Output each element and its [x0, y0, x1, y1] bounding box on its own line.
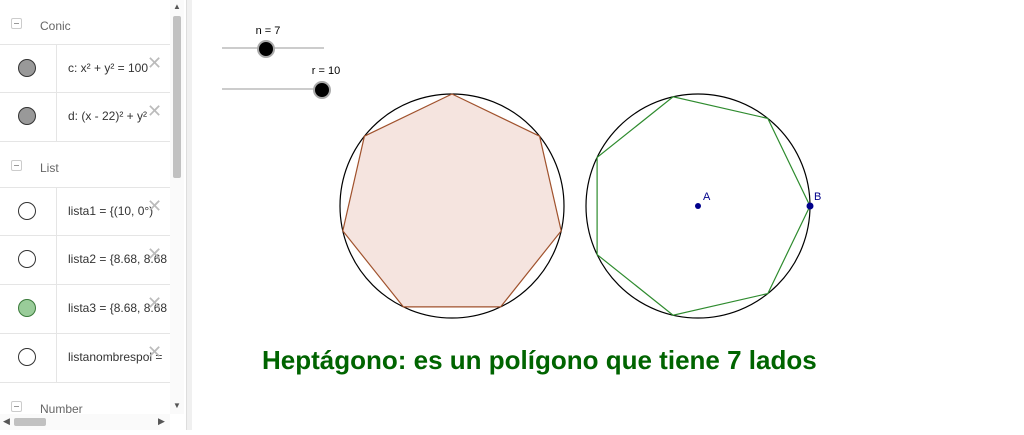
scroll-right-icon[interactable]: ▶: [158, 416, 165, 427]
collapse-icon[interactable]: [11, 18, 22, 29]
group-conic[interactable]: Conic: [0, 2, 170, 46]
algebra-row-lista1[interactable]: lista1 = {(10, 0°) ✕: [0, 187, 170, 236]
algebra-row-listanombrespol[interactable]: listanombrespol = ✕: [0, 334, 170, 383]
group-label: List: [40, 161, 59, 175]
scrollbar-thumb[interactable]: [173, 16, 181, 178]
point-b-label: B: [814, 191, 821, 203]
vertical-scrollbar[interactable]: ▲ ▼: [170, 0, 184, 414]
delete-icon[interactable]: ✕: [147, 53, 162, 74]
marble-cell: [0, 93, 57, 141]
visibility-toggle[interactable]: [18, 202, 36, 220]
scroll-down-icon[interactable]: ▼: [173, 401, 181, 410]
graphics-view[interactable]: n = 7 r = 10 A B Heptágono: es un polígo…: [192, 0, 1024, 430]
scrollbar-thumb[interactable]: [14, 418, 46, 426]
marble-cell: [0, 285, 57, 333]
collapse-icon[interactable]: [11, 160, 22, 171]
marble-cell: [0, 236, 57, 284]
slider-r-knob[interactable]: [313, 81, 331, 99]
point-a[interactable]: [695, 203, 701, 209]
marble-cell: [0, 334, 57, 382]
slider-n-label: n = 7: [256, 25, 281, 37]
caption-text: Heptágono: es un polígono que tiene 7 la…: [262, 345, 817, 375]
visibility-toggle[interactable]: [18, 59, 36, 77]
point-a-label: A: [703, 191, 711, 203]
scroll-up-icon[interactable]: ▲: [173, 2, 181, 11]
slider-r[interactable]: r = 10: [222, 65, 340, 99]
algebra-row-lista3[interactable]: lista3 = {8.68, 8.68 ✕: [0, 285, 170, 334]
algebra-row-lista2[interactable]: lista2 = {8.68, 8.68 ✕: [0, 236, 170, 285]
delete-icon[interactable]: ✕: [147, 342, 162, 363]
delete-icon[interactable]: ✕: [147, 293, 162, 314]
point-b[interactable]: [806, 202, 814, 210]
slider-r-label: r = 10: [312, 65, 340, 77]
slider-n[interactable]: n = 7: [222, 25, 324, 58]
visibility-toggle[interactable]: [18, 299, 36, 317]
group-list[interactable]: List: [0, 144, 170, 188]
heptagon-polygon[interactable]: [342, 93, 562, 308]
marble-cell: [0, 188, 57, 236]
visibility-toggle[interactable]: [18, 250, 36, 268]
delete-icon[interactable]: ✕: [147, 101, 162, 122]
marble-cell: [0, 45, 57, 93]
algebra-row-c[interactable]: c: x² + y² = 100 ✕: [0, 44, 170, 93]
heptagon-outline[interactable]: [596, 96, 811, 316]
algebra-row-d[interactable]: d: (x - 22)² + y² ✕: [0, 93, 170, 142]
delete-icon[interactable]: ✕: [147, 244, 162, 265]
group-label: Conic: [40, 19, 71, 33]
scroll-left-icon[interactable]: ◀: [3, 416, 10, 427]
delete-icon[interactable]: ✕: [147, 196, 162, 217]
visibility-toggle[interactable]: [18, 348, 36, 366]
visibility-toggle[interactable]: [18, 107, 36, 125]
slider-n-knob[interactable]: [257, 40, 275, 58]
algebra-view: Conic c: x² + y² = 100 ✕ d: (x - 22)² + …: [0, 0, 170, 430]
horizontal-scrollbar[interactable]: ◀ ▶: [0, 414, 170, 430]
collapse-icon[interactable]: [11, 401, 22, 412]
